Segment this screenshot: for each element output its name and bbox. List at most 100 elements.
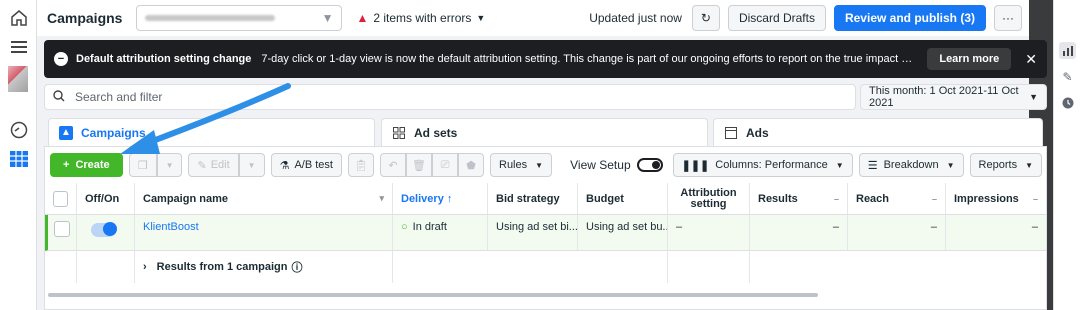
ads-manager-table-icon[interactable] [9, 149, 29, 169]
rules-dropdown[interactable]: Rules ▼ [490, 153, 553, 177]
breakdown-dropdown[interactable]: ☰ Breakdown ▼ [858, 153, 964, 177]
edit-button[interactable]: ✎ Edit [188, 153, 239, 177]
discard-drafts-button[interactable]: Discard Drafts [727, 5, 826, 31]
table-row[interactable]: KlientBoost ○ In draft Using ad set bi..… [45, 215, 1046, 251]
grid-icon [392, 126, 406, 140]
header-off-on[interactable]: Off/On [77, 183, 135, 214]
budget-cell: Using ad set bu... [578, 215, 668, 250]
refresh-button[interactable]: ↻ [691, 5, 720, 31]
learn-more-button[interactable]: Learn more [927, 48, 1012, 70]
header-results[interactable]: Results – [750, 183, 848, 214]
date-range-picker[interactable]: This month: 1 Oct 2021-11 Oct 2021 ▼ [860, 84, 1047, 110]
top-bar: Campaigns ▼ ▲ 2 items with errors ▼ Upda… [37, 0, 1029, 36]
campaign-folder-icon: ▲ [59, 125, 73, 140]
chevron-down-icon: ▼ [1025, 160, 1033, 170]
close-icon[interactable]: ✕ [1025, 51, 1037, 68]
plus-icon: + [63, 159, 70, 171]
reach-cell: – [848, 215, 946, 250]
create-label: Create [75, 159, 110, 171]
tag-button[interactable]: ⬟ [458, 153, 484, 177]
date-range-label: This month: 1 Oct 2021-11 Oct 2021 [869, 85, 1019, 109]
header-delivery[interactable]: Delivery ↑ [393, 183, 488, 214]
chevron-down-icon: ▼ [535, 160, 544, 170]
campaign-name-link[interactable]: KlientBoost [135, 215, 393, 250]
columns-dropdown[interactable]: ❚❚❚ Columns: Performance ▼ [672, 153, 853, 177]
chevron-down-icon: ▼ [476, 13, 486, 23]
update-status: Updated just now [589, 11, 682, 25]
errors-dropdown[interactable]: ▲ 2 items with errors ▼ [356, 11, 485, 25]
duplicate-dropdown[interactable]: ▼ [156, 153, 183, 177]
header-attribution[interactable]: Attribution setting [668, 183, 750, 214]
status-dot-icon: ○ [401, 221, 408, 233]
columns-label: Columns: Performance [715, 159, 828, 171]
duplicate-button[interactable]: ❐ [128, 153, 157, 177]
view-setup-toggle[interactable] [636, 158, 663, 172]
delete-button[interactable]: 🗑︎ [406, 153, 432, 177]
history-clock-icon[interactable] [1059, 94, 1076, 111]
summary-spacer [668, 251, 750, 283]
breakdown-icon: ☰ [867, 159, 878, 172]
chart-icon[interactable] [1059, 42, 1076, 59]
campaigns-table: Off/On Campaign name ▾ Delivery ↑ Bid st… [45, 183, 1046, 283]
search-filter-input[interactable]: Search and filter [44, 84, 856, 110]
account-avatar[interactable] [8, 66, 28, 92]
undo-button[interactable]: ↶ [380, 153, 406, 177]
banner-text: 7-day click or 1-day view is now the def… [261, 53, 915, 65]
impressions-cell: – [1031, 221, 1038, 233]
delivery-cell: ○ In draft [393, 215, 488, 250]
summary-spacer [45, 251, 77, 283]
rules-label: Rules [499, 159, 528, 171]
attribution-banner: − Default attribution setting change 7-d… [44, 40, 1047, 78]
menu-icon[interactable] [9, 37, 29, 57]
info-minus-icon: − [54, 52, 68, 66]
home-icon[interactable] [9, 8, 29, 28]
summary-cell[interactable]: › Results from 1 campaign ⓘ [135, 251, 393, 283]
toolbar: + Create ❐ ▼ ✎ Edit ▼ ⚗ A/B test 📋︎ ↶ 🗑︎ [45, 147, 1046, 183]
row-checkbox[interactable] [54, 221, 70, 237]
header-bid-strategy[interactable]: Bid strategy [488, 183, 578, 214]
bid-strategy-cell: Using ad set bi... [488, 215, 578, 250]
sort-icon: ▾ [379, 193, 384, 203]
info-icon: ⓘ [291, 262, 303, 274]
columns-icon: ❚❚❚ [681, 159, 710, 172]
trash-icon: 🗑︎ [412, 159, 426, 172]
header-reach[interactable]: Reach – [848, 183, 946, 214]
performance-gauge-icon[interactable] [9, 120, 29, 140]
edit-dropdown[interactable]: ▼ [238, 153, 265, 177]
campaigns-panel: + Create ❐ ▼ ✎ Edit ▼ ⚗ A/B test 📋︎ ↶ 🗑︎ [44, 146, 1047, 310]
chevron-down-icon: ▼ [1029, 92, 1038, 102]
chevron-down-icon: ▼ [321, 11, 334, 25]
refresh-icon: ↻ [700, 11, 711, 25]
reports-dropdown[interactable]: Reports ▼ [969, 153, 1042, 177]
tab-label: Campaigns [81, 125, 146, 140]
header-campaign-name[interactable]: Campaign name ▾ [135, 183, 393, 214]
banner-title: Default attribution setting change [76, 53, 252, 65]
duplicate-icon: ❐ [137, 159, 148, 172]
errors-label: 2 items with errors [373, 11, 472, 25]
pencil-icon: ✎ [197, 159, 207, 172]
pencil-icon[interactable]: ✎ [1059, 68, 1076, 85]
ab-test-button[interactable]: ⚗ A/B test [270, 153, 342, 177]
tab-ads[interactable]: Ads [713, 118, 1043, 146]
header-label: Reach [856, 192, 890, 205]
header-impressions[interactable]: Impressions – [946, 183, 1046, 214]
summary-spacer [393, 251, 668, 283]
clipboard-button[interactable]: 📋︎ [348, 153, 374, 177]
tag-icon: ⬟ [466, 159, 476, 172]
select-all-checkbox[interactable] [53, 190, 68, 207]
ad-account-select[interactable]: ▼ [136, 5, 343, 31]
select-all-cell [45, 183, 77, 214]
tab-label: Ad sets [414, 125, 458, 140]
review-publish-button[interactable]: Review and publish (3) [833, 5, 986, 31]
delivery-status: In draft [412, 221, 447, 233]
summary-row: › Results from 1 campaign ⓘ [45, 251, 1046, 283]
horizontal-scrollbar[interactable] [48, 293, 818, 297]
header-budget[interactable]: Budget [578, 183, 668, 214]
tab-campaigns[interactable]: ▲ Campaigns [48, 118, 375, 146]
campaign-on-off-toggle[interactable] [91, 222, 117, 237]
preview-button[interactable]: ⎚ [432, 153, 458, 177]
create-button[interactable]: + Create [50, 153, 123, 177]
chevron-right-icon: › [143, 261, 147, 273]
tab-ad-sets[interactable]: Ad sets [381, 118, 708, 146]
more-options-button[interactable]: ··· [994, 5, 1022, 31]
